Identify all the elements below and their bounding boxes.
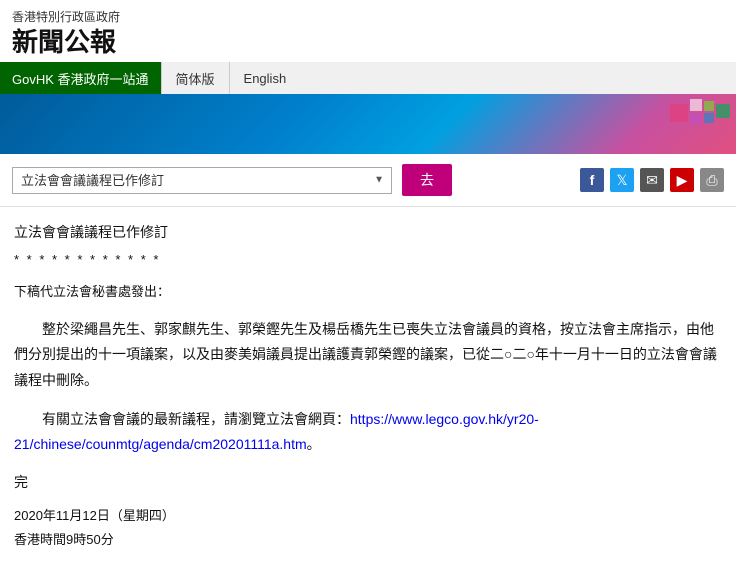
content-title: 立法會會議議程已作修訂 [14,221,722,245]
header-subtitle: 香港特別行政區政府 [12,8,724,25]
banner [0,94,736,154]
select-wrapper: 立法會會議議程已作修訂 ▼ [12,167,392,194]
facebook-icon[interactable]: f [580,168,604,192]
toolbar: 立法會會議議程已作修訂 ▼ 去 f 𝕏 ✉ ▶ ⎙ [0,154,736,207]
banner-squares [670,99,736,149]
para2-suffix: 。 [307,436,321,452]
topic-select[interactable]: 立法會會議議程已作修訂 [12,167,392,194]
youtube-icon[interactable]: ▶ [670,168,694,192]
nav-govhk[interactable]: GovHK 香港政府一站通 [0,62,161,94]
nav-english[interactable]: English [230,62,301,94]
nav-bar: GovHK 香港政府一站通 简体版 English [0,62,736,94]
email-icon[interactable]: ✉ [640,168,664,192]
content-area: 立法會會議議程已作修訂 * * * * * * * * * * * * 下稿代立… [0,207,736,571]
social-icons: f 𝕏 ✉ ▶ ⎙ [580,168,724,192]
para2-prefix: 有關立法會會議的最新議程，請瀏覽立法會網頁： [42,411,350,427]
nav-simplified[interactable]: 简体版 [162,62,229,94]
paragraph-2: 有關立法會會議的最新議程，請瀏覽立法會網頁：https://www.legco.… [14,407,722,457]
twitter-icon[interactable]: 𝕏 [610,168,634,192]
print-icon[interactable]: ⎙ [700,168,724,192]
go-button[interactable]: 去 [402,164,452,196]
header: 香港特別行政區政府 新聞公報 [0,0,736,62]
banner-decoration [616,94,736,154]
paragraph-1: 整於梁繩昌先生、郭家麒先生、郭榮鏗先生及楊岳橋先生已喪失立法會議員的資格，按立法… [14,317,722,393]
time-line: 香港時間9時50分 [14,529,722,551]
end-mark: 完 [14,471,722,495]
banner-svg [670,99,730,149]
asterisks: * * * * * * * * * * * * [14,249,722,271]
issued-by: 下稿代立法會秘書處發出： [14,281,722,303]
header-title: 新聞公報 [12,27,724,58]
